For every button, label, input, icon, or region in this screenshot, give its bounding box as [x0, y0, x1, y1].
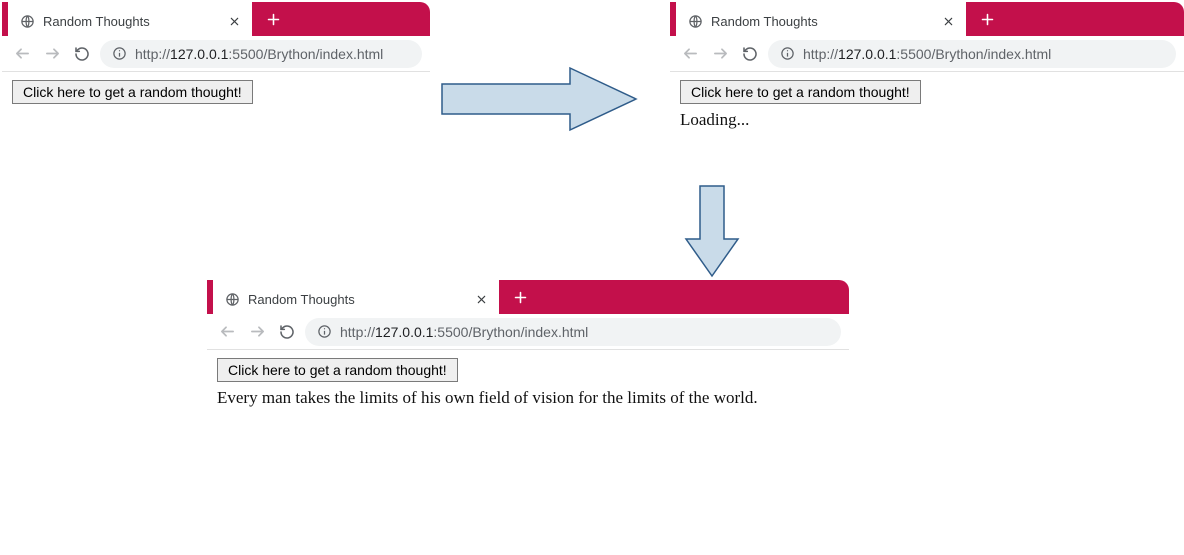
- url-scheme: http://: [340, 324, 375, 340]
- output-text: Every man takes the limits of his own fi…: [217, 388, 839, 408]
- tab-strip: Random Thoughts: [2, 2, 430, 36]
- globe-icon: [225, 292, 240, 307]
- arrow-right-icon: [440, 64, 640, 134]
- tab-title: Random Thoughts: [711, 14, 818, 29]
- back-button[interactable]: [678, 42, 702, 66]
- reload-button[interactable]: [738, 42, 762, 66]
- browser-tab[interactable]: Random Thoughts: [8, 6, 252, 36]
- close-icon[interactable]: [226, 13, 242, 29]
- tab-strip-background: [252, 2, 430, 36]
- url-text: http://127.0.0.1:5500/Brython/index.html: [803, 46, 1051, 62]
- page-content: Click here to get a random thought! Ever…: [207, 350, 849, 416]
- address-bar[interactable]: http://127.0.0.1:5500/Brython/index.html: [100, 40, 422, 68]
- site-info-icon[interactable]: [112, 46, 127, 61]
- url-host: 127.0.0.1: [838, 46, 896, 62]
- close-icon[interactable]: [473, 291, 489, 307]
- browser-toolbar: http://127.0.0.1:5500/Brython/index.html: [207, 314, 849, 350]
- site-info-icon[interactable]: [780, 46, 795, 61]
- url-host: 127.0.0.1: [375, 324, 433, 340]
- browser-window-step2: Random Thoughts: [670, 2, 1184, 138]
- tab-title: Random Thoughts: [43, 14, 150, 29]
- reload-button[interactable]: [70, 42, 94, 66]
- url-scheme: http://: [135, 46, 170, 62]
- url-path: :5500/Brython/index.html: [896, 46, 1051, 62]
- random-thought-button[interactable]: Click here to get a random thought!: [12, 80, 253, 104]
- browser-tab[interactable]: Random Thoughts: [676, 6, 966, 36]
- forward-button[interactable]: [40, 42, 64, 66]
- browser-toolbar: http://127.0.0.1:5500/Brython/index.html: [670, 36, 1184, 72]
- tab-strip: Random Thoughts: [207, 280, 849, 314]
- browser-window-step1: Random Thoughts: [2, 2, 430, 118]
- page-content: Click here to get a random thought! Load…: [670, 72, 1184, 138]
- random-thought-button[interactable]: Click here to get a random thought!: [217, 358, 458, 382]
- arrow-down-icon: [682, 184, 742, 279]
- address-bar[interactable]: http://127.0.0.1:5500/Brython/index.html: [305, 318, 841, 346]
- browser-toolbar: http://127.0.0.1:5500/Brython/index.html: [2, 36, 430, 72]
- back-button[interactable]: [215, 320, 239, 344]
- diagram-canvas: Random Thoughts: [0, 0, 1184, 555]
- random-thought-button[interactable]: Click here to get a random thought!: [680, 80, 921, 104]
- url-scheme: http://: [803, 46, 838, 62]
- site-info-icon[interactable]: [317, 324, 332, 339]
- forward-button[interactable]: [708, 42, 732, 66]
- globe-icon: [688, 14, 703, 29]
- url-host: 127.0.0.1: [170, 46, 228, 62]
- output-text: Loading...: [680, 110, 1174, 130]
- url-path: :5500/Brython/index.html: [228, 46, 383, 62]
- page-content: Click here to get a random thought!: [2, 72, 430, 118]
- forward-button[interactable]: [245, 320, 269, 344]
- browser-window-step3: Random Thoughts: [207, 280, 849, 416]
- tab-strip-background: [966, 2, 1184, 36]
- url-text: http://127.0.0.1:5500/Brython/index.html: [340, 324, 588, 340]
- browser-tab[interactable]: Random Thoughts: [213, 284, 499, 314]
- new-tab-button[interactable]: [974, 6, 1000, 32]
- new-tab-button[interactable]: [260, 6, 286, 32]
- close-icon[interactable]: [940, 13, 956, 29]
- new-tab-button[interactable]: [507, 284, 533, 310]
- globe-icon: [20, 14, 35, 29]
- back-button[interactable]: [10, 42, 34, 66]
- reload-button[interactable]: [275, 320, 299, 344]
- url-text: http://127.0.0.1:5500/Brython/index.html: [135, 46, 383, 62]
- url-path: :5500/Brython/index.html: [433, 324, 588, 340]
- address-bar[interactable]: http://127.0.0.1:5500/Brython/index.html: [768, 40, 1176, 68]
- tab-strip-background: [499, 280, 849, 314]
- tab-strip: Random Thoughts: [670, 2, 1184, 36]
- tab-title: Random Thoughts: [248, 292, 355, 307]
